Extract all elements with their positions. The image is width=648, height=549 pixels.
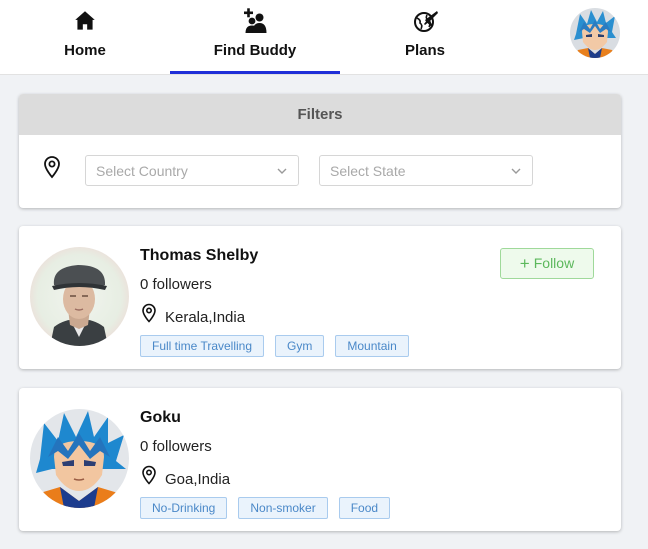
buddy-avatar[interactable]: [30, 409, 129, 508]
nav-home-label: Home: [64, 42, 106, 59]
country-select[interactable]: Select Country: [85, 155, 299, 186]
buddy-photo: [30, 247, 129, 346]
buddy-card: Goku 0 followers Goa,India No-Drinking No…: [19, 388, 621, 531]
filters-title: Filters: [19, 94, 621, 135]
active-tab-indicator: [170, 71, 340, 74]
buddy-photo: [30, 409, 129, 508]
globe-plane-icon: [414, 11, 438, 32]
interest-tags: Full time Travelling Gym Mountain: [140, 335, 420, 357]
user-avatar[interactable]: [570, 8, 620, 58]
country-select-placeholder: Select Country: [96, 163, 188, 179]
add-group-icon: [244, 8, 267, 33]
buddy-name: Goku: [140, 409, 181, 426]
location-pin-icon: [142, 303, 156, 323]
follower-count: 0 followers: [140, 276, 212, 293]
buddy-card: Thomas Shelby 0 followers Kerala,India F…: [19, 226, 621, 369]
nav-home[interactable]: Home: [40, 0, 130, 75]
plus-icon: +: [519, 254, 530, 273]
interest-tag[interactable]: Non-smoker: [238, 497, 328, 519]
interest-tag[interactable]: Mountain: [335, 335, 409, 357]
location-pin-icon: [44, 156, 60, 179]
follow-button[interactable]: + Follow: [500, 248, 594, 279]
filters-panel: Filters Select Country Select State: [19, 94, 621, 208]
interest-tag[interactable]: Gym: [275, 335, 325, 357]
state-select[interactable]: Select State: [319, 155, 533, 186]
follow-button-label: Follow: [533, 255, 575, 271]
buddy-location: Kerala,India: [165, 309, 246, 326]
interest-tag[interactable]: Full time Travelling: [140, 335, 265, 357]
user-avatar-image: [570, 8, 620, 58]
buddy-avatar[interactable]: [30, 247, 129, 346]
state-select-placeholder: Select State: [330, 163, 406, 179]
interest-tags: No-Drinking Non-smoker Food: [140, 497, 401, 519]
top-nav: Home Find Buddy Plans: [0, 0, 648, 75]
nav-plans[interactable]: Plans: [380, 0, 470, 75]
home-icon: [75, 11, 95, 30]
buddy-location: Goa,India: [165, 471, 231, 488]
interest-tag[interactable]: No-Drinking: [140, 497, 228, 519]
nav-find-buddy[interactable]: Find Buddy: [170, 0, 340, 75]
nav-find-buddy-label: Find Buddy: [213, 42, 297, 59]
interest-tag[interactable]: Food: [338, 497, 391, 519]
buddy-name: Thomas Shelby: [140, 247, 259, 264]
chevron-down-icon: [511, 168, 521, 174]
chevron-down-icon: [277, 168, 287, 174]
follower-count: 0 followers: [140, 438, 212, 455]
nav-plans-label: Plans: [404, 42, 446, 59]
location-pin-icon: [142, 465, 156, 485]
